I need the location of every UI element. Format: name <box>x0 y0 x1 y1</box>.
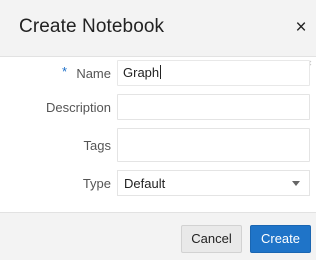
type-label: Type <box>82 176 111 191</box>
type-select-value: Default <box>124 176 166 191</box>
tags-row: Tags <box>0 128 316 162</box>
name-input-value: Graph <box>123 65 160 80</box>
dialog-footer: Cancel Create <box>0 212 316 260</box>
description-label: Description <box>45 100 111 115</box>
dialog-body: * Name Graph Description Tags Type Defau… <box>0 57 316 212</box>
name-row: * Name Graph <box>0 60 316 86</box>
create-notebook-dialog: Create Notebook × * Name Graph Descripti… <box>0 0 316 260</box>
create-button[interactable]: Create <box>250 225 311 253</box>
close-icon[interactable]: × <box>292 17 310 39</box>
chevron-down-icon <box>292 181 300 186</box>
tags-input[interactable] <box>117 128 310 162</box>
cancel-button[interactable]: Cancel <box>181 225 242 253</box>
name-input[interactable]: Graph <box>117 60 310 86</box>
type-row: Type Default <box>0 170 316 196</box>
type-select[interactable]: Default <box>117 170 310 196</box>
text-caret <box>160 65 162 79</box>
description-row: Description <box>0 94 316 120</box>
dialog-title: Create Notebook <box>19 16 165 37</box>
tags-label: Tags <box>83 138 111 153</box>
required-marker: * <box>62 64 68 79</box>
dialog-header: Create Notebook × <box>0 0 316 57</box>
name-label: Name <box>76 66 111 81</box>
description-input[interactable] <box>117 94 310 120</box>
